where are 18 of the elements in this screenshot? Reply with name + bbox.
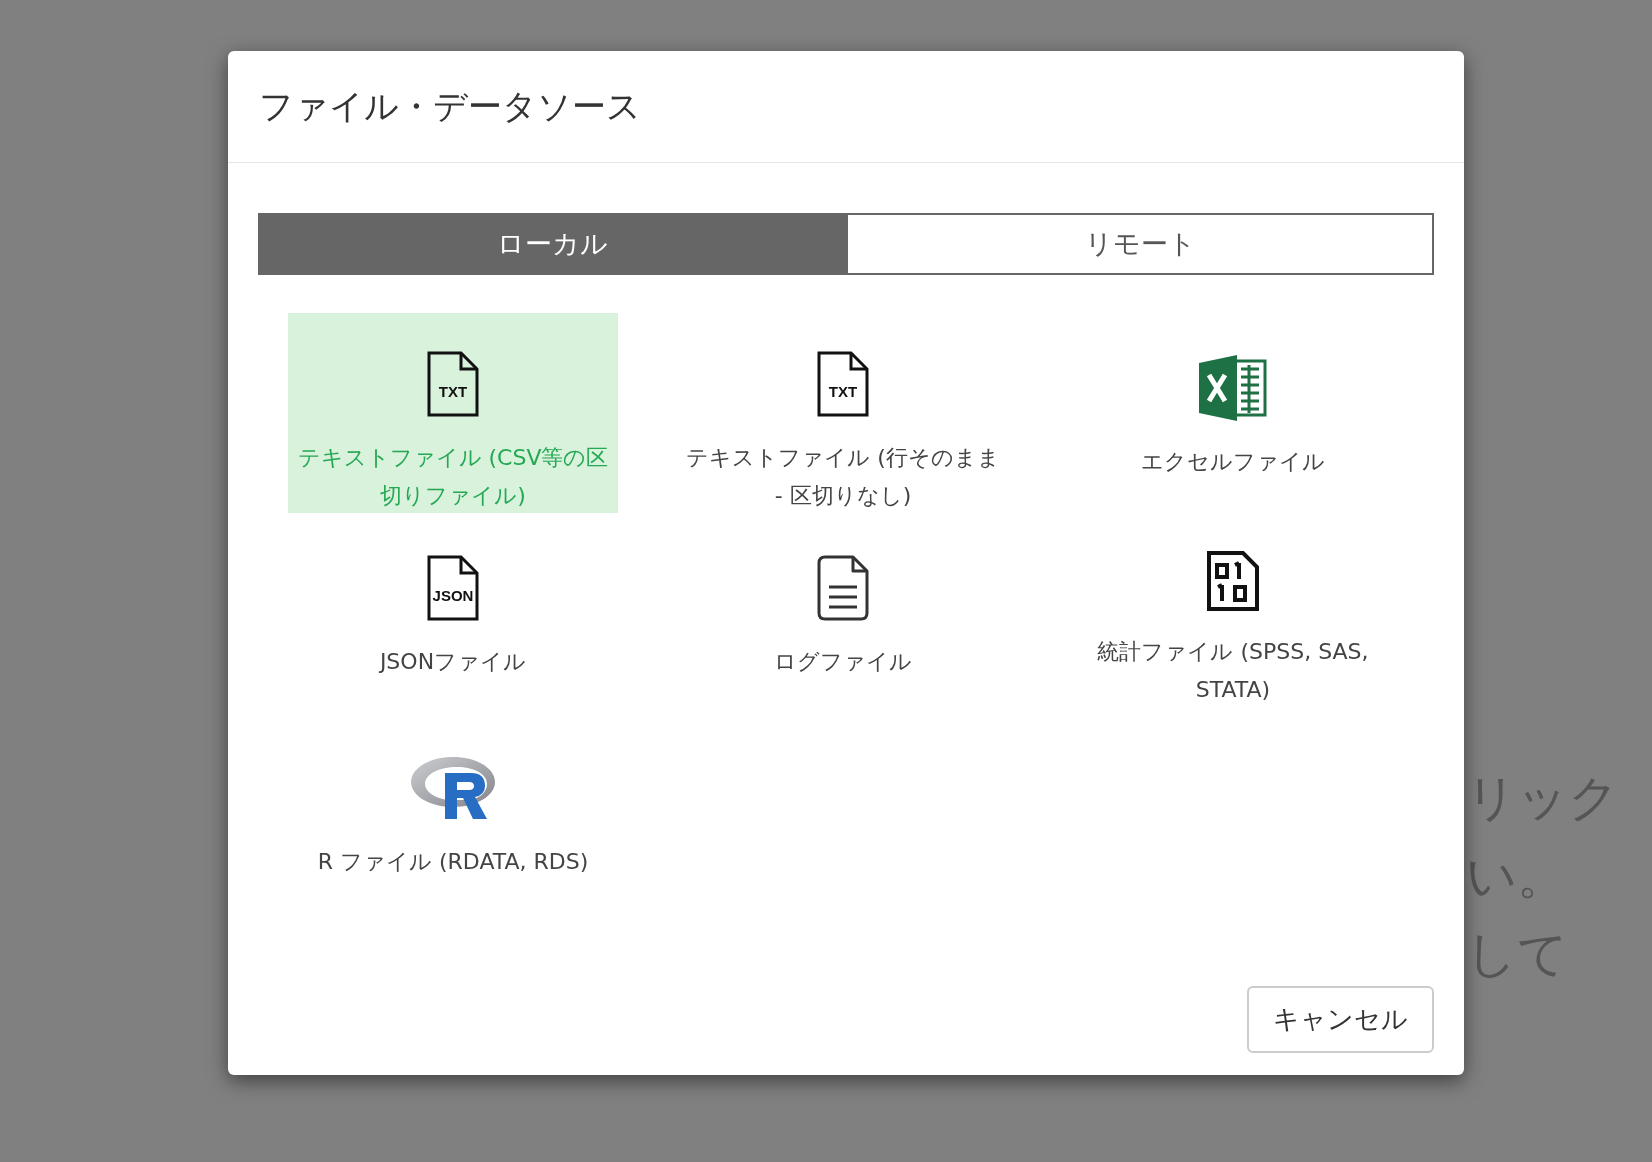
- file-type-option[interactable]: JSON JSONファイル: [288, 513, 618, 713]
- file-type-option[interactable]: ログファイル: [678, 513, 1008, 713]
- file-type-option[interactable]: 統計ファイル (SPSS, SAS, STATA): [1068, 513, 1398, 713]
- cancel-button[interactable]: キャンセル: [1247, 986, 1434, 1053]
- spreadsheet-icon: [1199, 355, 1267, 421]
- dialog-title: ファイル・データソース: [259, 85, 641, 128]
- text-file-icon: TXT: [427, 351, 479, 417]
- file-type-option[interactable]: TXT テキストファイル (CSV等の区切りファイル): [288, 313, 618, 513]
- text-file-icon: TXT: [817, 351, 869, 417]
- json-file-icon: JSON: [427, 555, 479, 621]
- tab[interactable]: ローカル: [258, 213, 846, 275]
- binary-file-icon: [1207, 551, 1259, 611]
- file-type-option[interactable]: TXT テキストファイル (行そのまま - 区切りなし): [678, 313, 1008, 513]
- r-logo-icon: [411, 755, 495, 821]
- file-type-option[interactable]: エクセルファイル: [1068, 313, 1398, 513]
- tab[interactable]: リモート: [846, 213, 1434, 275]
- file-type-option[interactable]: R ファイル (RDATA, RDS): [288, 713, 618, 913]
- document-icon: [817, 555, 869, 621]
